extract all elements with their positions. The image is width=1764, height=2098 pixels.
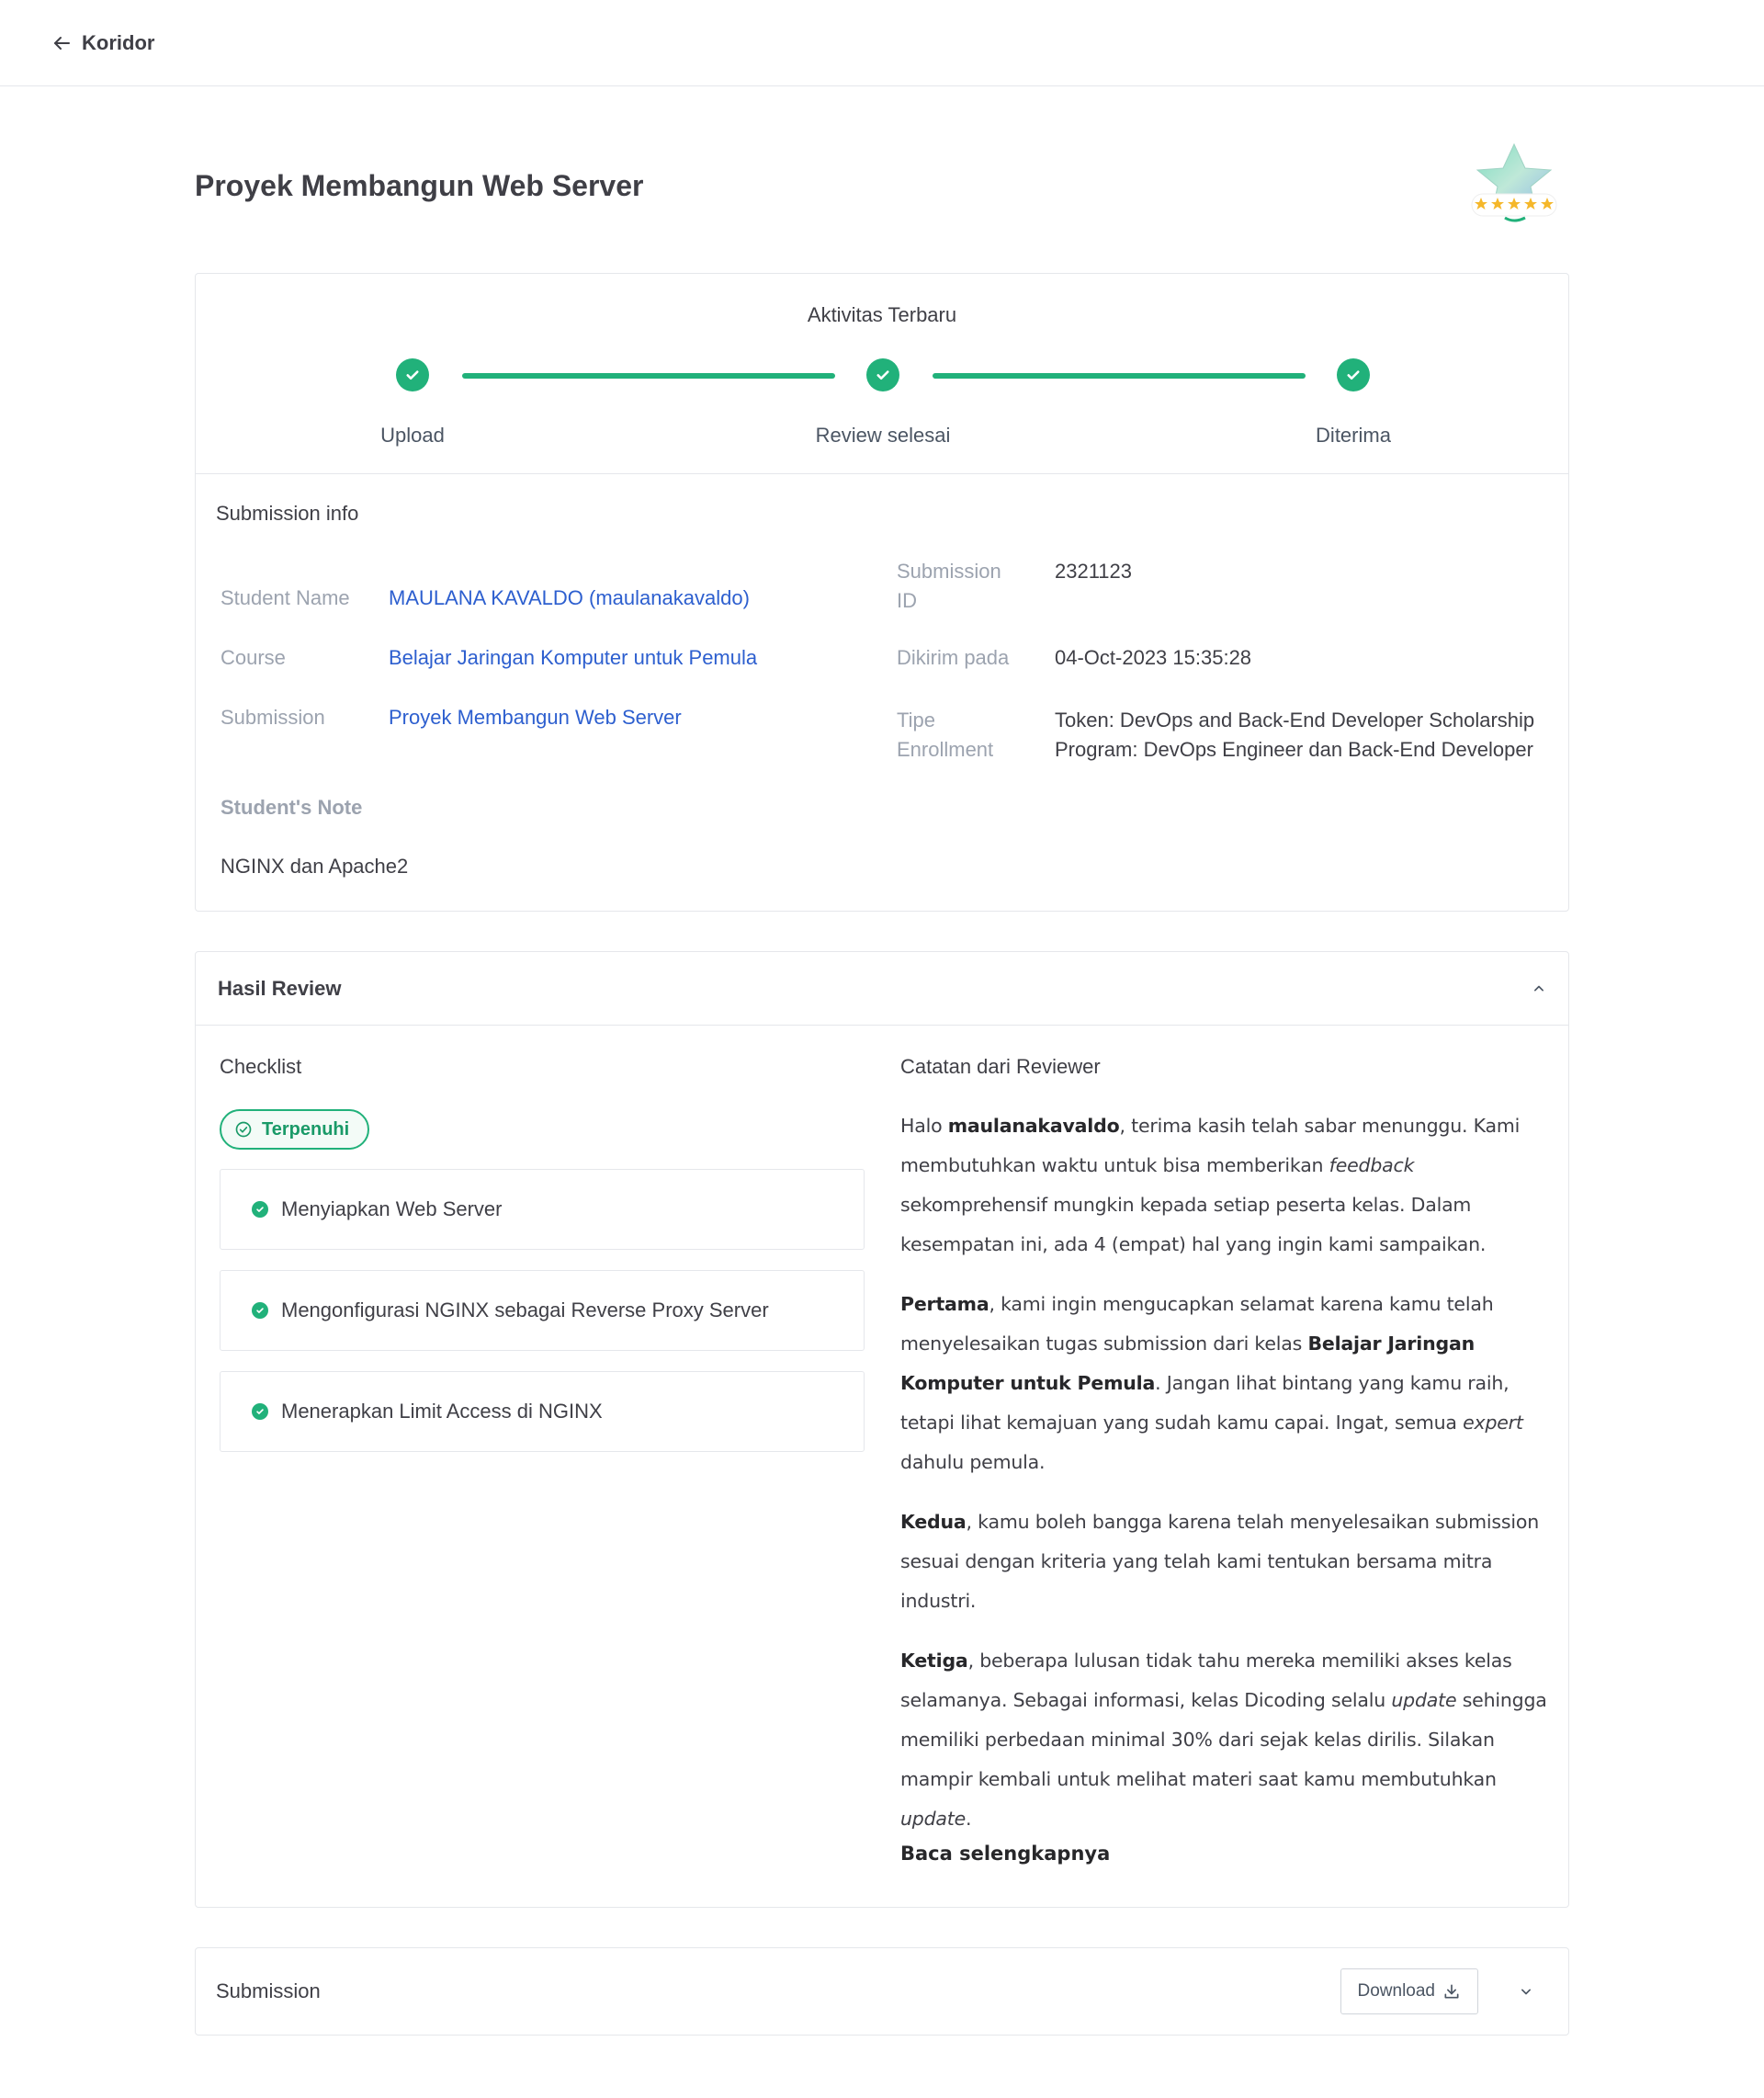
reviewer-note-paragraph: Halo maulanakavaldo, terima kasih telah … <box>900 1115 1521 1255</box>
checklist-item-label: Menerapkan Limit Access di NGINX <box>281 1400 603 1423</box>
checklist-item: Menyiapkan Web Server <box>220 1169 865 1250</box>
step-label: Diterima <box>1316 424 1391 447</box>
check-icon <box>252 1302 268 1319</box>
submission-link[interactable]: Proyek Membangun Web Server <box>389 706 682 730</box>
status-badge: Terpenuhi <box>220 1109 370 1150</box>
timeline-step-accepted: Diterima <box>1243 358 1464 448</box>
check-icon <box>866 358 899 391</box>
enrollment-line: Program: DevOps Engineer dan Back-End De… <box>1055 738 1533 761</box>
student-name-link[interactable]: MAULANA KAVALDO (maulanakavaldo) <box>389 586 750 610</box>
top-bar: Koridor <box>0 0 1764 86</box>
step-label: Review selesai <box>815 424 951 447</box>
check-icon <box>396 358 429 391</box>
enrollment-line: Token: DevOps and Back-End Developer Sch… <box>1055 709 1535 731</box>
checklist-item: Mengonfigurasi NGINX sebagai Reverse Pro… <box>220 1270 865 1351</box>
checklist-item-label: Menyiapkan Web Server <box>281 1197 503 1220</box>
checklist-item: Menerapkan Limit Access di NGINX <box>220 1371 865 1452</box>
checklist-title: Checklist <box>220 1055 302 1078</box>
reviewer-note-paragraph: Kedua, kamu boleh bangga karena telah me… <box>900 1511 1540 1612</box>
review-card: Hasil Review Checklist Terpenuhi Menyiap… <box>195 951 1569 1908</box>
status-label: Terpenuhi <box>262 1118 350 1140</box>
timeline-step-upload: Upload <box>302 358 523 448</box>
step-label: Upload <box>380 424 445 447</box>
enrollment-label-line: Enrollment <box>897 738 994 761</box>
activity-card: Aktivitas Terbaru Upload Review selesai … <box>195 273 1569 912</box>
submission-id: 2321123 <box>1055 560 1133 583</box>
download-button[interactable]: Download <box>1340 1968 1478 2014</box>
submission-id-label-line: Submission <box>897 560 1001 583</box>
review-title: Hasil Review <box>218 976 342 1000</box>
activity-timeline: Aktivitas Terbaru Upload Review selesai … <box>196 274 1568 474</box>
reviewer-note-paragraph: Pertama, kami ingin mengucapkan selamat … <box>900 1293 1523 1473</box>
chevron-down-icon[interactable] <box>1517 1982 1535 2001</box>
reviewer-notes: Catatan dari Reviewer Halo maulanakavald… <box>900 1055 1553 1865</box>
read-more-link[interactable]: Baca selengkapnya <box>900 1843 1553 1865</box>
reviewer-note-paragraph: Ketiga, beberapa lulusan tidak tahu mere… <box>900 1650 1547 1830</box>
enrollment-label-line: Tipe <box>897 709 935 731</box>
check-circle-icon <box>235 1121 252 1138</box>
student-note: NGINX dan Apache2 <box>220 855 409 878</box>
timeline-step-review: Review selesai <box>773 358 993 448</box>
submission-id-label-line: ID <box>897 589 917 612</box>
download-button-label: Download <box>1357 1981 1436 2001</box>
back-link-label: Koridor <box>82 30 155 54</box>
submission-section-title: Submission <box>216 1979 321 2002</box>
enrollment-label: Tipe Enrollment <box>897 706 993 765</box>
download-icon <box>1444 1984 1459 1999</box>
reviewer-notes-title: Catatan dari Reviewer <box>900 1055 1101 1078</box>
student-name-label: Student Name <box>220 586 350 609</box>
page-title: Proyek Membangun Web Server <box>195 169 644 202</box>
sent-label: Dikirim pada <box>897 646 1010 669</box>
enrollment-type: Token: DevOps and Back-End Developer Sch… <box>1055 706 1534 765</box>
check-icon <box>1337 358 1370 391</box>
back-link[interactable]: Koridor <box>51 31 154 55</box>
course-link[interactable]: Belajar Jaringan Komputer untuk Pemula <box>389 646 757 670</box>
submission-label: Submission <box>220 706 325 729</box>
course-label: Course <box>220 646 286 669</box>
checklist-item-label: Mengonfigurasi NGINX sebagai Reverse Pro… <box>281 1298 769 1321</box>
arrow-left-icon <box>54 36 70 50</box>
student-note-label: Student's Note <box>220 796 363 819</box>
submission-id-label: Submission ID <box>897 557 1001 616</box>
activity-title: Aktivitas Terbaru <box>807 303 957 326</box>
page-header: Proyek Membangun Web Server <box>195 138 1569 234</box>
check-icon <box>252 1201 268 1218</box>
sent-date: 04-Oct-2023 15:35:28 <box>1055 646 1252 669</box>
submission-info-title: Submission info <box>216 502 359 525</box>
check-icon <box>252 1403 268 1420</box>
chevron-up-icon[interactable] <box>1530 980 1548 998</box>
submission-card: Submission Download <box>195 1947 1569 2036</box>
star-rating-badge <box>1459 141 1569 232</box>
review-header[interactable]: Hasil Review <box>196 952 1568 1026</box>
